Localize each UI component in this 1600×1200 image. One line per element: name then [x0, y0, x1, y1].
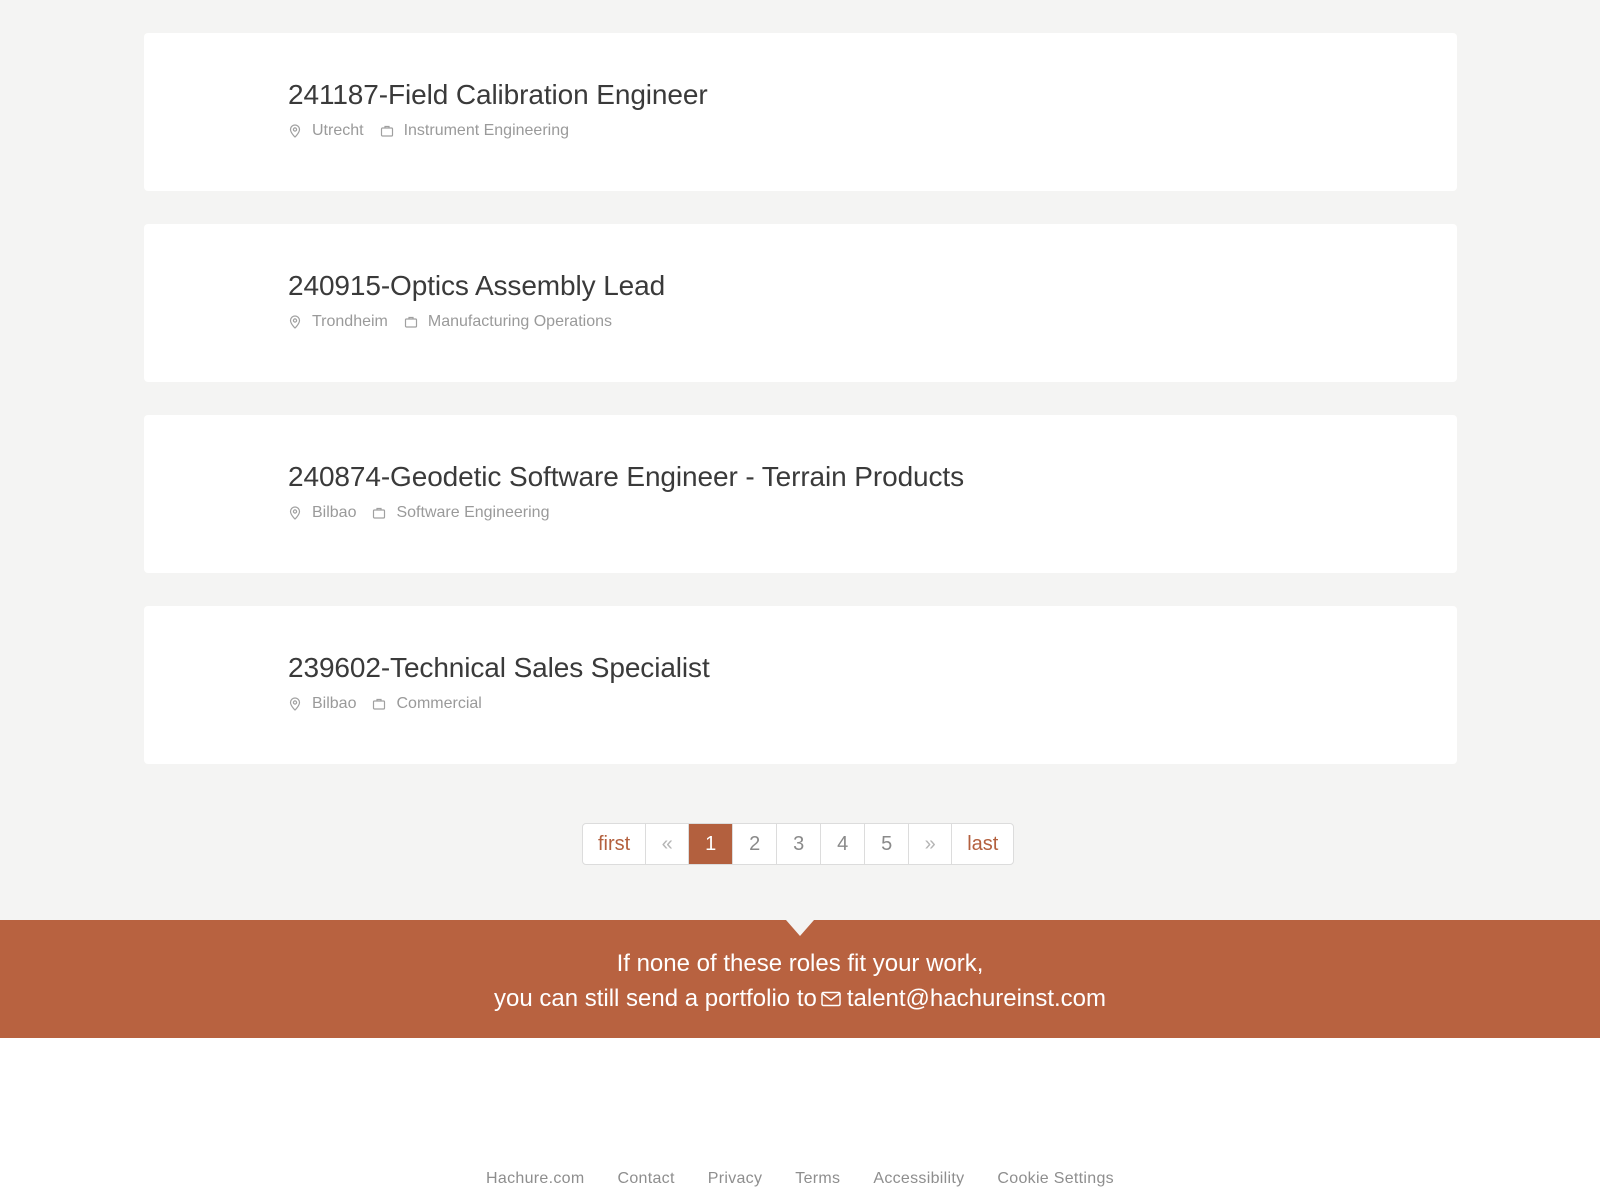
pagination-page-4[interactable]: 4 [821, 824, 866, 864]
map-pin-icon [288, 506, 302, 520]
job-department: Commercial [396, 695, 482, 712]
email-link[interactable]: talent@hachureinst.com [847, 985, 1106, 1012]
job-card[interactable]: 240874-Geodetic Software Engineer - Terr… [144, 415, 1457, 573]
map-pin-icon [288, 697, 302, 711]
footer-link-terms[interactable]: Terms [795, 1170, 840, 1188]
footer-link-accessibility[interactable]: Accessibility [873, 1170, 964, 1188]
job-list: 241187-Field Calibration Engineer Utrech… [144, 33, 1457, 797]
footer-link-hachure[interactable]: Hachure.com [486, 1170, 584, 1188]
briefcase-icon [372, 506, 386, 520]
pagination-page-5[interactable]: 5 [865, 824, 910, 864]
job-meta: Utrecht Instrument Engineering [288, 121, 1457, 141]
job-department: Instrument Engineering [403, 122, 570, 139]
footer-link-contact[interactable]: Contact [617, 1170, 674, 1188]
map-pin-icon [288, 315, 302, 329]
banner-line-1: If none of these roles fit your work, [616, 950, 984, 977]
careers-page: 241187-Field Calibration Engineer Utrech… [0, 0, 1600, 1200]
job-card[interactable]: 241187-Field Calibration Engineer Utrech… [144, 33, 1457, 191]
pagination-next[interactable]: » [909, 824, 953, 864]
banner-notch [786, 920, 814, 936]
pagination-page-2[interactable]: 2 [733, 824, 778, 864]
job-title[interactable]: 239602-Technical Sales Specialist [288, 652, 1457, 684]
job-department: Manufacturing Operations [427, 313, 612, 330]
job-card[interactable]: 240915-Optics Assembly Lead Trondheim Ma… [144, 224, 1457, 382]
pagination-page-1[interactable]: 1 [689, 824, 734, 864]
job-meta: Bilbao Software Engineering [288, 503, 1457, 523]
pagination-first[interactable]: first [583, 824, 647, 864]
briefcase-icon [372, 697, 386, 711]
briefcase-icon [404, 315, 418, 329]
map-pin-icon [288, 124, 302, 138]
banner-line-2: you can still send a portfolio to talent@… [0, 981, 1600, 1016]
footer-links: Hachure.com Contact Privacy Terms Access… [0, 1170, 1600, 1188]
pagination-last[interactable]: last [952, 824, 1013, 864]
pagination-page-3[interactable]: 3 [777, 824, 822, 864]
job-meta: Trondheim Manufacturing Operations [288, 312, 1457, 332]
portfolio-banner: If none of these roles fit your work, yo… [0, 920, 1600, 1038]
job-title[interactable]: 241187-Field Calibration Engineer [288, 79, 1457, 111]
footer-link-cookie-settings[interactable]: Cookie Settings [997, 1170, 1114, 1188]
banner-line-2-text: you can still send a portfolio to [493, 985, 817, 1012]
briefcase-icon [380, 124, 394, 138]
pagination: first « 1 2 3 4 5 » last [582, 823, 1015, 865]
job-meta: Bilbao Commercial [288, 694, 1457, 714]
job-location: Utrecht [312, 122, 364, 139]
job-department: Software Engineering [396, 504, 550, 521]
pagination-prev[interactable]: « [646, 824, 690, 864]
job-location: Trondheim [312, 313, 388, 330]
job-location: Bilbao [312, 695, 357, 712]
job-title[interactable]: 240874-Geodetic Software Engineer - Terr… [288, 461, 1457, 493]
footer: Hachure.com Contact Privacy Terms Access… [0, 1038, 1600, 1200]
job-card[interactable]: 239602-Technical Sales Specialist Bilbao… [144, 606, 1457, 764]
footer-link-privacy[interactable]: Privacy [708, 1170, 763, 1188]
mail-icon [821, 982, 841, 1007]
job-title[interactable]: 240915-Optics Assembly Lead [288, 270, 1457, 302]
job-location: Bilbao [312, 504, 357, 521]
